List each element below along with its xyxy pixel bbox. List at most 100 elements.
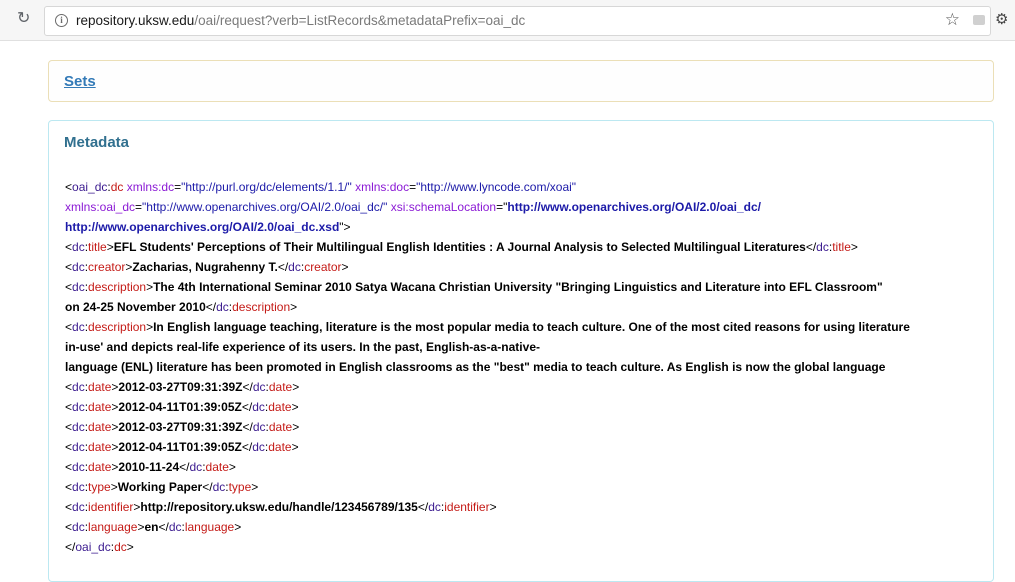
- xml-element-line: <dc:type>Working Paper</dc:type>: [65, 477, 1005, 497]
- xml-element-value: 2012-04-11T01:39:05Z: [118, 440, 242, 454]
- address-bar[interactable]: i repository.uksw.edu/oai/request?verb=L…: [44, 6, 991, 36]
- xml-punctuation: </: [805, 240, 817, 254]
- xml-tag-name: dc: [114, 540, 127, 554]
- xml-prefix: dc: [72, 400, 85, 414]
- xml-punctuation: >: [489, 500, 497, 514]
- xml-attr-name: xmlns:oai_dc: [65, 200, 136, 214]
- xml-prefix: dc: [72, 260, 85, 274]
- xml-attr-value: http://www.openarchives.org/OAI/2.0/oai_…: [507, 200, 761, 214]
- xml-punctuation: <: [65, 400, 73, 414]
- xml-punctuation: </: [277, 260, 289, 274]
- xml-element-line: in-use' and depicts real-life experience…: [65, 337, 1005, 357]
- metadata-panel: Metadata <oai_dc:dc xmlns:dc="http://pur…: [48, 120, 994, 582]
- xml-element-value: on 24-25 November 2010: [65, 300, 206, 314]
- xml-prefix: dc: [816, 240, 829, 254]
- extension-icon[interactable]: [973, 15, 985, 25]
- xml-element-line: <dc:title>EFL Students' Perceptions of T…: [65, 237, 1005, 257]
- xml-prefix: dc: [189, 460, 203, 474]
- xml-tag-name: title: [832, 240, 851, 254]
- xml-punctuation: </: [205, 300, 217, 314]
- xml-tag-name: date: [88, 460, 112, 474]
- bookmark-star-icon[interactable]: ☆: [945, 10, 960, 30]
- xml-element-value: http://repository.uksw.edu/handle/123456…: [140, 500, 418, 514]
- xml-tag-name: dc: [110, 180, 124, 194]
- xml-punctuation: <: [65, 380, 73, 394]
- xml-punctuation: >: [228, 460, 236, 474]
- xml-punctuation: >: [290, 300, 298, 314]
- xml-element-value: language (ENL) literature has been promo…: [65, 360, 886, 374]
- reload-icon[interactable]: ↻: [17, 10, 30, 28]
- xml-tag-name: identifier: [88, 500, 134, 514]
- xml-prefix: dc: [72, 520, 85, 534]
- xml-element-line: <dc:date>2012-04-11T01:39:05Z</dc:date>: [65, 437, 1005, 457]
- xml-attr-value: "http://www.openarchives.org/OAI/2.0/oai…: [142, 200, 388, 214]
- xml-prefix: dc: [216, 300, 229, 314]
- xml-prefix: dc: [212, 480, 226, 494]
- xml-prefix: oai_dc: [72, 180, 108, 194]
- xml-element-line: <dc:language>en</dc:language>: [65, 517, 1005, 537]
- xml-punctuation: >: [292, 380, 300, 394]
- xml-element-value: en: [144, 520, 159, 534]
- xml-element-line: <dc:creator>Zacharias, Nugrahenny T.</dc…: [65, 257, 1005, 277]
- xml-prefix: dc: [72, 460, 85, 474]
- xml-punctuation: <: [65, 460, 73, 474]
- xml-prefix: oai_dc: [75, 540, 111, 554]
- xml-punctuation: <: [65, 500, 73, 514]
- xml-tag-name: date: [88, 400, 112, 414]
- xml-punctuation: >: [850, 240, 858, 254]
- xml-element-value: in-use' and depicts real-life experience…: [65, 340, 540, 354]
- xml-punctuation: <: [65, 320, 73, 334]
- xml-punctuation: <: [65, 260, 73, 274]
- sets-link[interactable]: Sets: [64, 73, 96, 90]
- xml-attr-value: http://www.openarchives.org/OAI/2.0/oai_…: [65, 220, 340, 234]
- xml-punctuation: >: [291, 440, 299, 454]
- xml-tag-name: creator: [88, 260, 126, 274]
- xml-prefix: dc: [72, 440, 85, 454]
- xml-element-value: In English language teaching, literature…: [153, 320, 910, 334]
- xml-element-line: language (ENL) literature has been promo…: [65, 357, 1005, 377]
- xml-punctuation: <: [65, 240, 73, 254]
- xml-tag-name: date: [205, 460, 229, 474]
- xml-prefix: dc: [288, 260, 301, 274]
- xml-punctuation: <: [65, 420, 73, 434]
- xml-root-close-line: </oai_dc:dc>: [65, 540, 134, 554]
- xml-attr-name: xmlns:doc: [355, 180, 410, 194]
- url-path: /oai/request?verb=ListRecords&metadataPr…: [194, 13, 526, 28]
- xml-tag-name: date: [268, 400, 292, 414]
- xml-element-line: <dc:description>The 4th International Se…: [65, 277, 1005, 297]
- xml-punctuation: </: [417, 500, 429, 514]
- xml-root-open-line-1: <oai_dc:dc xmlns:dc="http://purl.org/dc/…: [65, 180, 577, 194]
- url-host: repository.uksw.edu: [76, 13, 195, 28]
- xml-element-line: <dc:date>2010-11-24</dc:date>: [65, 457, 1005, 477]
- xml-prefix: dc: [252, 420, 266, 434]
- xml-prefix: dc: [72, 480, 85, 494]
- xml-tag-name: date: [268, 380, 293, 394]
- xml-punctuation: </: [241, 440, 253, 454]
- xml-root-open-line-3: http://www.openarchives.org/OAI/2.0/oai_…: [65, 220, 351, 234]
- xml-prefix: dc: [168, 520, 182, 534]
- xml-tag-name: description: [88, 280, 147, 294]
- xml-element-value: 2012-03-27T09:31:39Z: [118, 420, 243, 434]
- gear-icon[interactable]: ⚙: [995, 10, 1008, 28]
- url-text[interactable]: repository.uksw.edu/oai/request?verb=Lis…: [76, 13, 525, 28]
- info-icon[interactable]: i: [55, 14, 68, 27]
- xml-punctuation: <: [65, 440, 73, 454]
- xml-prefix: dc: [72, 500, 85, 514]
- xml-punctuation: >: [251, 480, 259, 494]
- xml-tag-name: identifier: [444, 500, 490, 514]
- xml-tag-name: title: [88, 240, 107, 254]
- xml-element-line: <dc:date>2012-03-27T09:31:39Z</dc:date>: [65, 377, 1005, 397]
- xml-tag-name: date: [88, 380, 112, 394]
- xml-element-value: Working Paper: [117, 480, 203, 494]
- xml-punctuation: </: [241, 400, 253, 414]
- xml-element-value: EFL Students' Perceptions of Their Multi…: [113, 240, 806, 254]
- xml-prefix: dc: [252, 400, 265, 414]
- metadata-heading: Metadata: [64, 134, 130, 151]
- xml-tag-name: date: [268, 420, 293, 434]
- xml-element-value: Zacharias, Nugrahenny T.: [132, 260, 278, 274]
- xml-punctuation: >: [110, 480, 118, 494]
- xml-prefix: dc: [252, 440, 265, 454]
- xml-element-line: <dc:date>2012-04-11T01:39:05Z</dc:date>: [65, 397, 1005, 417]
- xml-element-value: 2010-11-24: [118, 460, 180, 474]
- xml-punctuation: </: [242, 380, 253, 394]
